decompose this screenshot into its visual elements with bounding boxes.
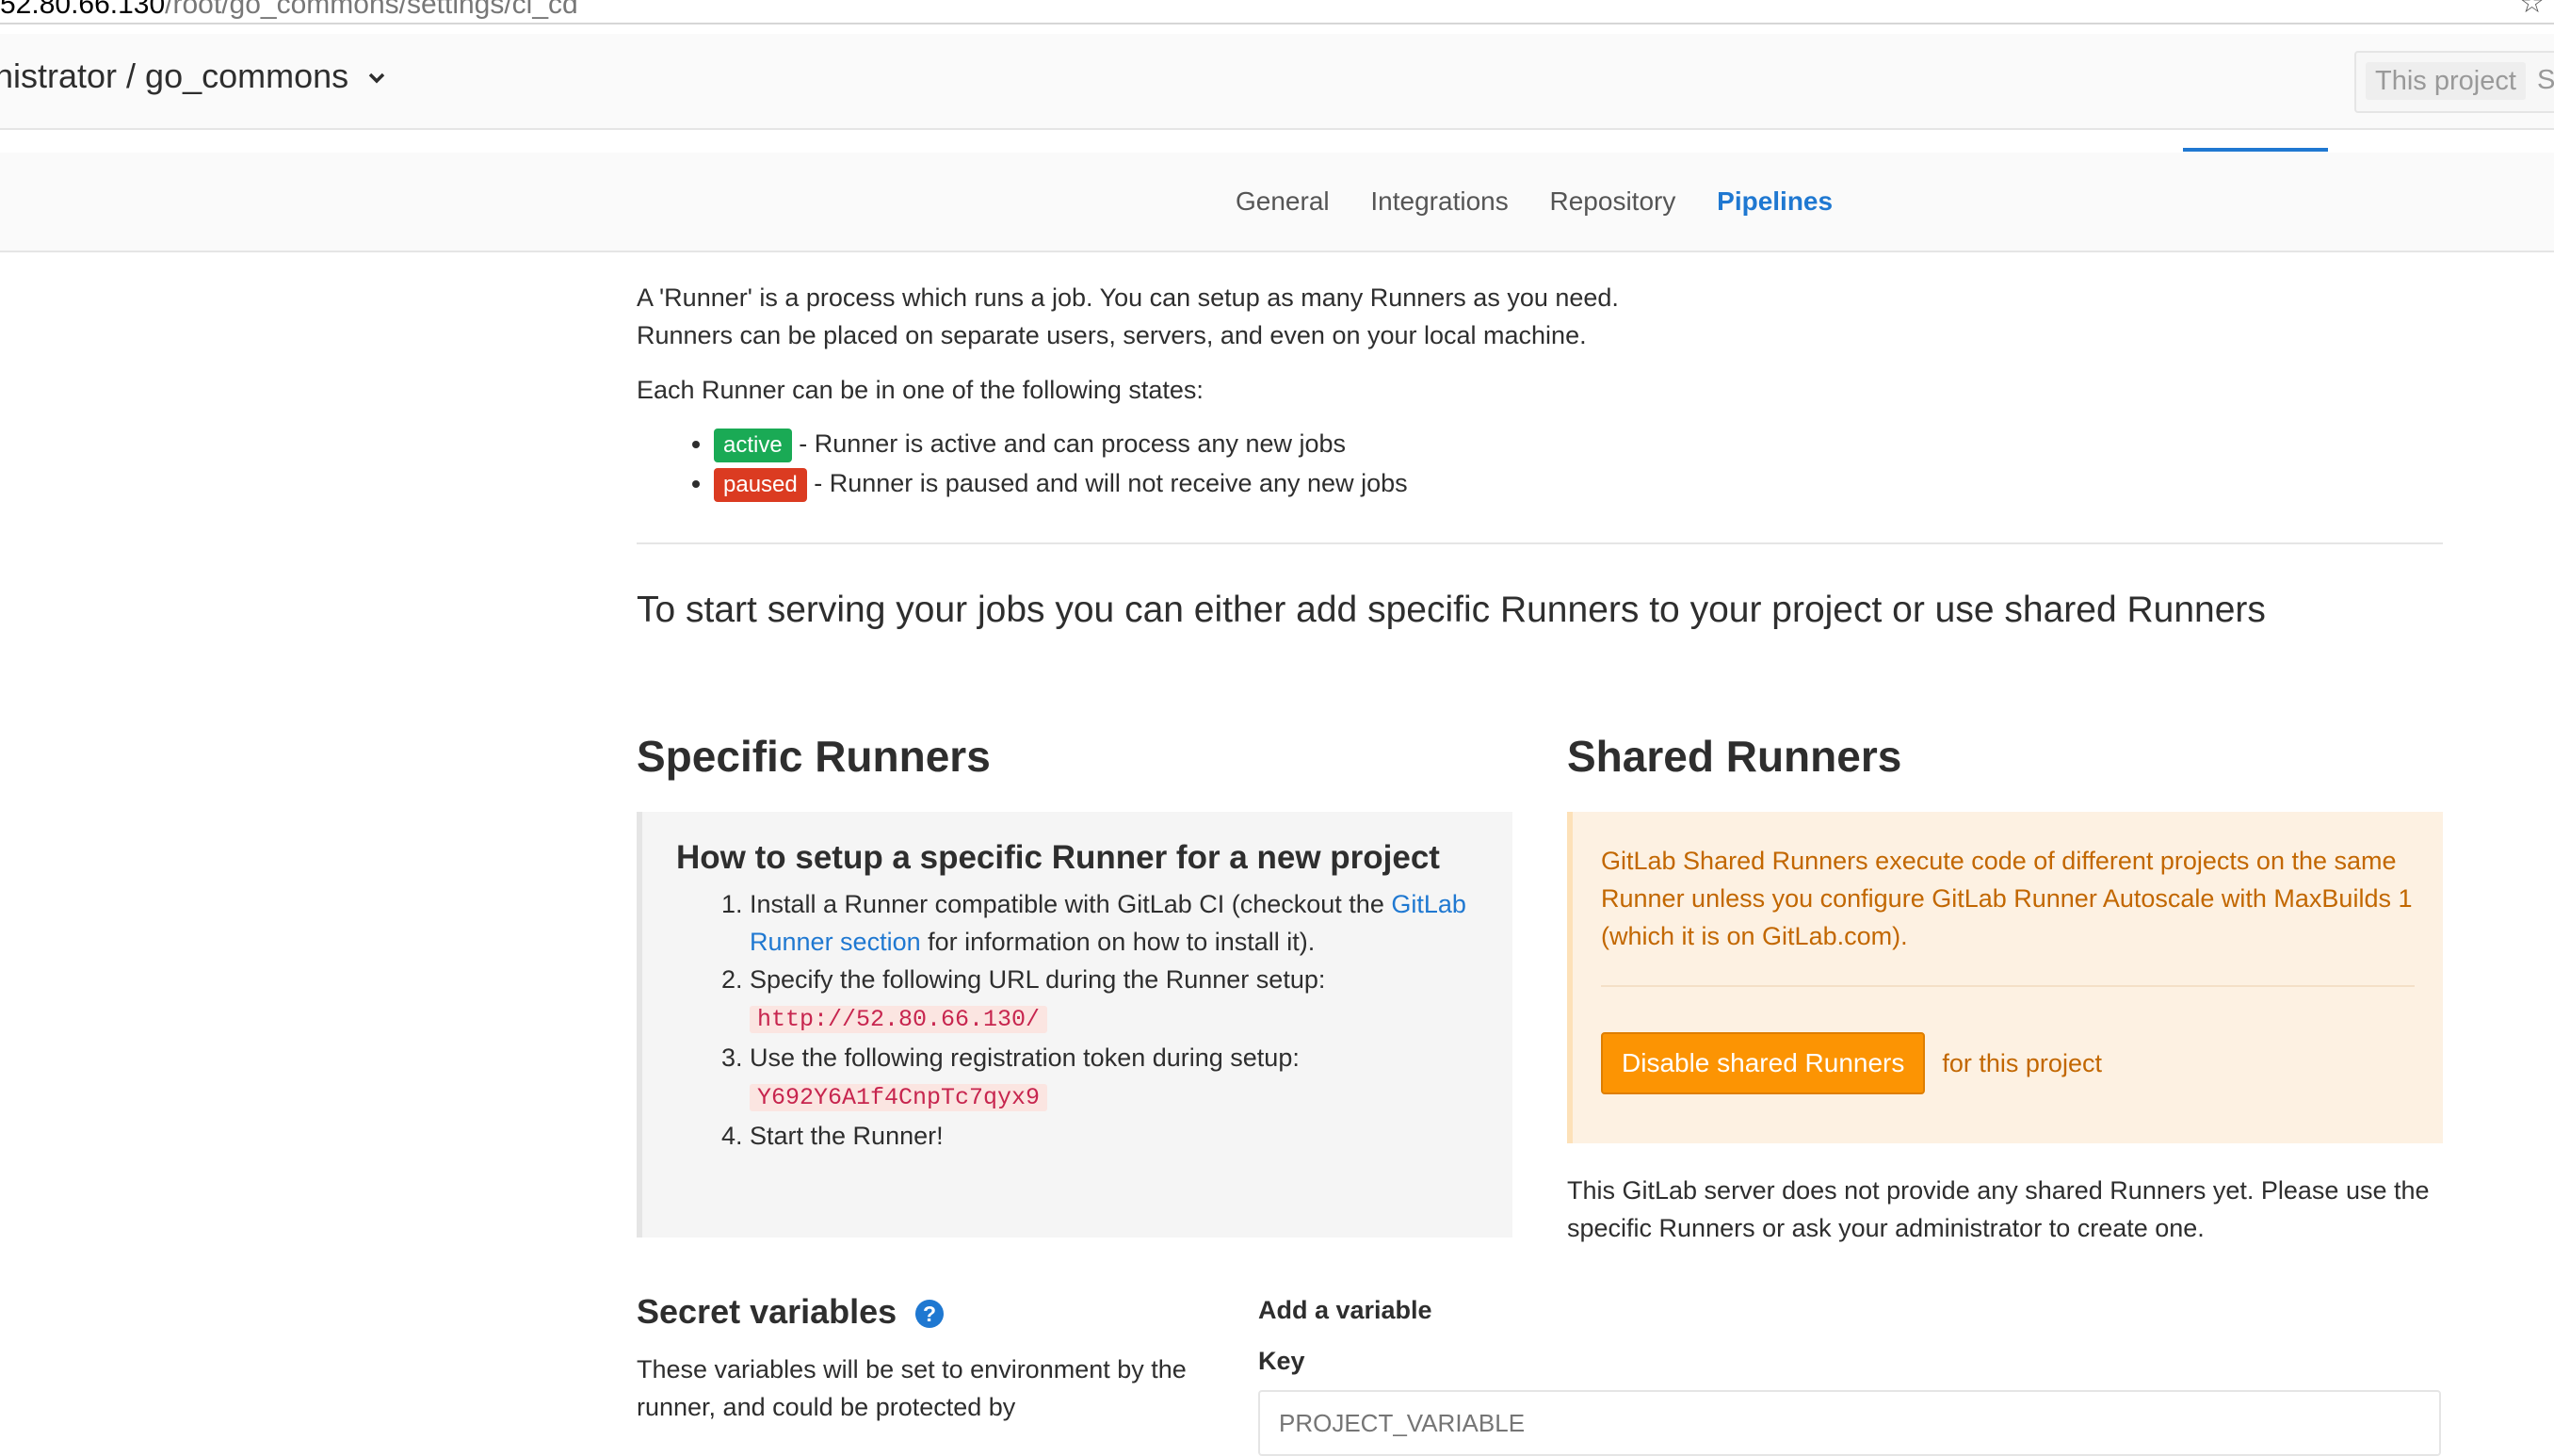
step-text: for information on how to install it). xyxy=(920,928,1316,956)
active-nav-indicator xyxy=(2183,148,2328,152)
setup-steps: Install a Runner compatible with GitLab … xyxy=(676,885,1479,1155)
key-label: Key xyxy=(1258,1347,1305,1375)
help-icon[interactable]: ? xyxy=(913,1298,946,1330)
variable-key-input[interactable] xyxy=(1258,1390,2441,1456)
state-description: - Runner is paused and will not receive … xyxy=(806,469,1408,497)
browser-address-bar[interactable]: 52.80.66.130/root/go_commons/settings/ci… xyxy=(0,0,2554,24)
divider xyxy=(1601,985,2415,987)
settings-nav: General Integrations Repository Pipeline… xyxy=(0,153,2554,252)
address-url[interactable]: 52.80.66.130/root/go_commons/settings/ci… xyxy=(0,0,578,21)
button-suffix-text: for this project xyxy=(1942,1049,2102,1077)
registration-token-code[interactable]: Y692Y6A1f4CnpTc7qyx9 xyxy=(750,1084,1048,1111)
top-header: nistrator / go_commons This project S xyxy=(0,34,2554,130)
shared-runners-note: This GitLab server does not provide any … xyxy=(1567,1176,2430,1242)
list-item: Start the Runner! xyxy=(750,1117,1479,1155)
runner-url-code[interactable]: http://52.80.66.130/ xyxy=(750,1006,1048,1033)
state-description: - Runner is active and can process any n… xyxy=(791,429,1347,458)
shared-runners-title: Shared Runners xyxy=(1567,732,1902,781)
shared-runners-warning-box: GitLab Shared Runners execute code of di… xyxy=(1567,812,2443,1143)
bookmark-star-icon[interactable]: ☆ xyxy=(2519,0,2545,20)
secret-variables-title: Secret variables ? xyxy=(637,1292,946,1332)
list-item: Use the following registration token dur… xyxy=(750,1039,1479,1117)
intro-line-2: Runners can be placed on separate users,… xyxy=(637,321,1587,349)
shared-runners-warning-text: GitLab Shared Runners execute code of di… xyxy=(1601,847,2413,950)
tab-repository[interactable]: Repository xyxy=(1550,186,1676,216)
step-text: Specify the following URL during the Run… xyxy=(750,965,1326,994)
secret-variables-title-text: Secret variables xyxy=(637,1292,897,1331)
lead-text: To start serving your jobs you can eithe… xyxy=(637,590,2266,630)
search-placeholder-text: S xyxy=(2537,65,2554,95)
divider xyxy=(637,542,2443,544)
add-variable-heading: Add a variable xyxy=(1258,1296,1432,1324)
breadcrumb[interactable]: nistrator / go_commons xyxy=(0,57,386,96)
states-list: active - Runner is active and can proces… xyxy=(637,424,2443,503)
step-text: Install a Runner compatible with GitLab … xyxy=(750,890,1392,918)
step-text: Start the Runner! xyxy=(750,1122,944,1150)
specific-runners-title: Specific Runners xyxy=(637,732,991,781)
step-text: Use the following registration token dur… xyxy=(750,1043,1300,1072)
active-badge: active xyxy=(714,428,792,462)
list-item: paused - Runner is paused and will not r… xyxy=(714,463,2443,503)
list-item: Specify the following URL during the Run… xyxy=(750,961,1479,1039)
tab-general[interactable]: General xyxy=(1236,186,1330,216)
runners-intro: A 'Runner' is a process which runs a job… xyxy=(637,279,2443,635)
secret-variables-description: These variables will be set to environme… xyxy=(637,1355,1187,1421)
paused-badge: paused xyxy=(714,467,807,502)
list-item: active - Runner is active and can proces… xyxy=(714,424,2443,463)
svg-text:?: ? xyxy=(923,1302,936,1326)
search-input[interactable]: This project S xyxy=(2354,51,2554,113)
breadcrumb-text[interactable]: nistrator / go_commons xyxy=(0,57,348,95)
search-scope-badge[interactable]: This project xyxy=(2366,62,2526,100)
tab-pipelines[interactable]: Pipelines xyxy=(1717,186,1833,216)
states-intro: Each Runner can be in one of the followi… xyxy=(637,376,1204,404)
tab-integrations[interactable]: Integrations xyxy=(1370,186,1508,216)
intro-line-1: A 'Runner' is a process which runs a job… xyxy=(637,283,1619,312)
list-item: Install a Runner compatible with GitLab … xyxy=(750,885,1479,961)
specific-runner-setup-box: How to setup a specific Runner for a new… xyxy=(637,812,1512,1238)
disable-shared-runners-button[interactable]: Disable shared Runners xyxy=(1601,1032,1926,1094)
chevron-down-icon[interactable] xyxy=(367,72,386,85)
setup-heading: How to setup a specific Runner for a new… xyxy=(676,839,1440,876)
